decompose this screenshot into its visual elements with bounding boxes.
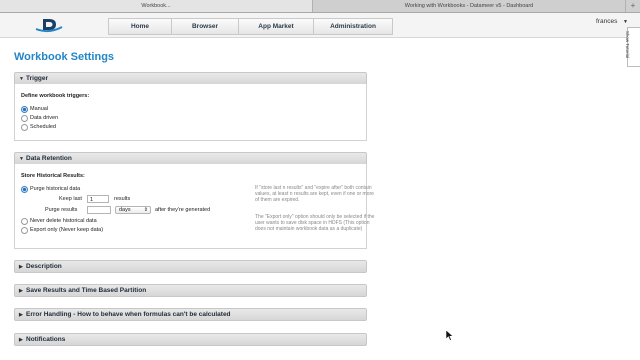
datameer-logo-icon[interactable] [34,16,64,34]
nav-home[interactable]: Home [108,18,171,35]
export-only-label: Export only (Never keep data) [30,227,104,233]
main-nav: Home Browser App Market Administration [108,18,393,35]
trigger-manual-label: Manual [30,106,49,112]
purge-historical-radio[interactable] [21,186,28,193]
trigger-scheduled-label: Scheduled [30,124,56,130]
section-save-results-header[interactable]: ▶ Save Results and Time Based Partition [14,284,367,297]
triangle-right-icon: ▶ [19,288,23,294]
purge-results-input[interactable] [87,206,111,214]
purge-results-label: Purge results [45,207,78,213]
export-only-radio[interactable] [21,227,28,234]
browser-tab-workbook[interactable]: Workbook... [0,0,313,12]
keep-last-unit: results [114,196,131,202]
section-title: Data Retention [26,155,72,162]
browser-tab-dashboard[interactable]: Working with Workbooks - Datameer v5 - D… [313,0,626,12]
trigger-manual-radio[interactable] [21,106,28,113]
section-notifications-header[interactable]: ▶ Notifications [14,333,367,346]
triangle-right-icon: ▶ [19,337,23,343]
retention-note-2: The "Export only" option should only be … [255,214,375,233]
page-title: Workbook Settings [14,51,115,63]
select-arrows-icon: ⇕ [143,207,148,213]
app-header: Home Browser App Market Administration [0,13,640,38]
section-data-retention-body: Store Historical Results: Purge historic… [14,164,374,249]
section-error-handling-header[interactable]: ▶ Error Handling - How to behave when for… [14,308,367,321]
browser-tab-strip: Workbook... Working with Workbooks - Dat… [0,0,640,13]
never-delete-radio[interactable] [21,218,28,225]
section-title: Trigger [26,75,49,82]
user-menu[interactable]: frances [596,18,617,25]
purge-suffix-label: after they're generated [155,207,211,213]
nav-app-market[interactable]: App Market [238,18,313,35]
section-title: Error Handling - How to behave when form… [26,311,231,318]
section-trigger-body: Define workbook triggers: Manual Data dr… [14,84,367,141]
section-title: Notifications [26,336,66,343]
nav-browser[interactable]: Browser [171,18,238,35]
trigger-data-driven-radio[interactable] [21,115,28,122]
section-title: Description [26,263,62,270]
mouse-cursor-icon [446,330,454,341]
retention-label: Store Historical Results: [21,173,85,179]
purge-unit-select[interactable]: days ⇕ [115,206,151,214]
never-delete-label: Never delete historical data [30,218,97,224]
new-tab-button[interactable]: + [626,0,640,12]
show-tutorial-tab[interactable]: Show Tutorial [625,27,640,67]
keep-last-input[interactable]: 1 [87,195,109,203]
purge-historical-label: Purge historical data [30,186,81,192]
section-title: Save Results and Time Based Partition [26,287,147,294]
triangle-right-icon: ▶ [19,264,23,270]
keep-last-label: Keep last [59,196,82,202]
trigger-label: Define workbook triggers: [21,93,90,99]
trigger-data-driven-label: Data driven [30,115,59,121]
section-description-header[interactable]: ▶ Description [14,260,367,273]
purge-unit-value: days [119,207,131,213]
retention-note-1: If "store last n results" and "expire af… [255,185,374,204]
chevron-down-icon[interactable]: ▼ [623,19,628,25]
show-tutorial-label: Show Tutorial [625,30,631,59]
nav-administration[interactable]: Administration [313,18,393,35]
triangle-right-icon: ▶ [19,312,23,318]
trigger-scheduled-radio[interactable] [21,124,28,131]
